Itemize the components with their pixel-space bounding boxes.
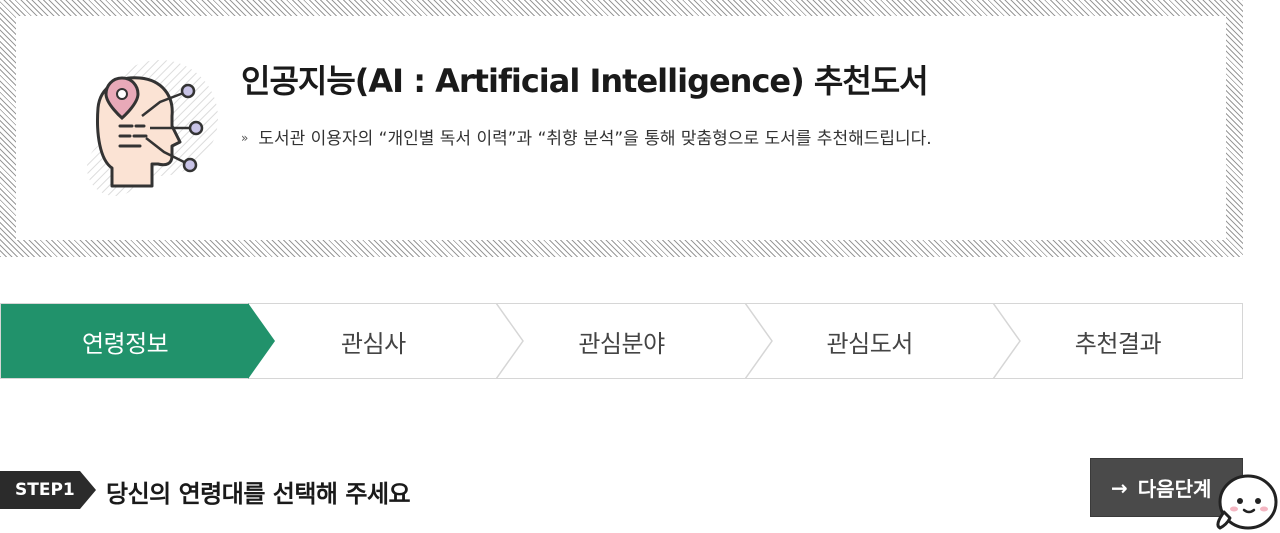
- step-age-info[interactable]: 연령정보: [1, 303, 276, 379]
- step-arrow: [992, 303, 1021, 379]
- step-interests[interactable]: 관심사: [249, 303, 525, 379]
- banner-description: » 도서관 이용자의 “개인별 독서 이력”과 “취향 분석”을 통해 맞춤형으로…: [241, 124, 932, 149]
- step-badge: STEP1: [0, 471, 96, 509]
- step-books-of-interest[interactable]: 관심도서: [746, 303, 1021, 379]
- ai-banner-frame: 인공지능(AI : Artificial Intelligence) 추천도서 …: [0, 0, 1243, 257]
- ai-banner: 인공지능(AI : Artificial Intelligence) 추천도서 …: [16, 16, 1226, 240]
- step-label: 관심분야: [578, 329, 665, 358]
- step-recommendation-result[interactable]: 추천결과: [994, 304, 1242, 378]
- step-arrow: [496, 303, 525, 379]
- next-step-label: 다음단계: [1137, 477, 1212, 501]
- step-arrow-active: [248, 303, 276, 379]
- step-field-of-interest[interactable]: 관심분야: [497, 303, 773, 379]
- step-question: 당신의 연령대를 선택해 주세요: [106, 480, 411, 508]
- step-label: 관심사: [340, 329, 406, 358]
- arrow-right-icon: →: [1111, 475, 1128, 500]
- step-label: 추천결과: [1074, 329, 1162, 358]
- step-label: 연령정보: [81, 329, 169, 358]
- chatbot-icon[interactable]: [1210, 468, 1280, 533]
- step-arrow: [744, 303, 773, 379]
- step-progress-bar: 연령정보 관심사 관심분야 관심도서 추천결과: [0, 303, 1243, 379]
- banner-description-text: 도서관 이용자의 “개인별 독서 이력”과 “취향 분석”을 통해 맞춤형으로 …: [258, 129, 932, 149]
- description-marker: »: [241, 131, 249, 145]
- banner-title: 인공지능(AI : Artificial Intelligence) 추천도서: [241, 62, 929, 100]
- ai-head-icon: [87, 60, 218, 196]
- step-label: 관심도서: [826, 329, 914, 358]
